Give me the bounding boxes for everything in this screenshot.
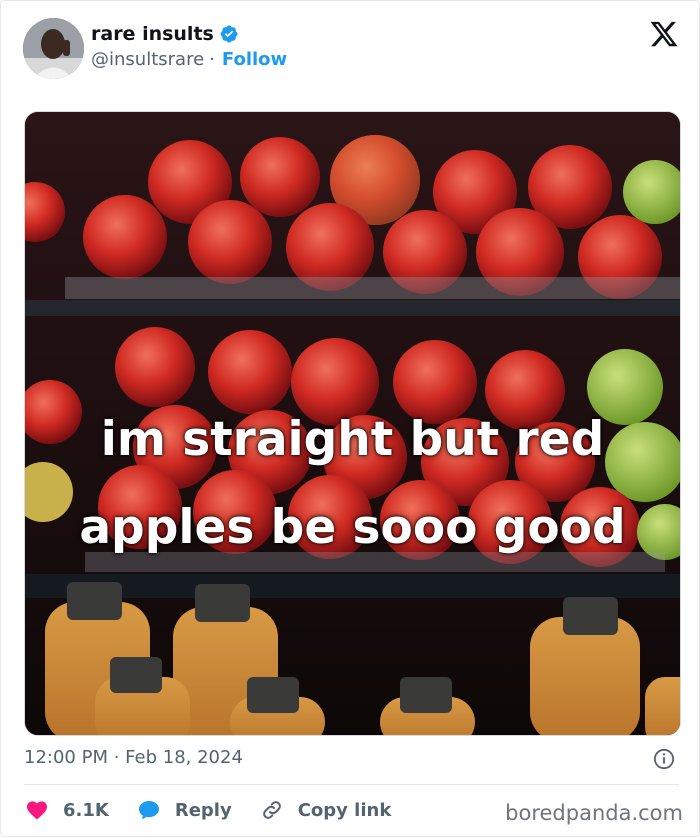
tweet-card: rare insults @insultsrare · Follow im st… <box>0 0 700 837</box>
avatar[interactable] <box>23 18 84 79</box>
tweet-image[interactable]: im straight but red apples be sooo good <box>24 111 681 736</box>
like-count: 6.1K <box>63 799 109 821</box>
reply-bubble-icon <box>138 801 159 820</box>
x-logo-icon[interactable] <box>649 19 679 49</box>
like-button[interactable]: 6.1K <box>25 798 109 822</box>
copy-link-label: Copy link <box>297 799 392 821</box>
author-handle[interactable]: @insultsrare <box>91 49 204 70</box>
reply-button[interactable]: Reply <box>137 798 232 822</box>
link-icon <box>262 801 281 819</box>
site-watermark: boredpanda.com <box>505 801 683 825</box>
handle-row: @insultsrare · Follow <box>91 49 287 70</box>
handle-separator: · <box>209 49 215 70</box>
verified-badge-icon <box>220 25 238 43</box>
heart-icon <box>27 801 47 820</box>
copy-link-button[interactable]: Copy link <box>260 798 392 822</box>
divider <box>24 784 679 785</box>
post-timestamp[interactable]: 12:00 PM · Feb 18, 2024 <box>24 747 243 768</box>
meme-caption-line1: im straight but red <box>100 412 605 467</box>
display-name[interactable]: rare insults <box>91 23 214 45</box>
reply-label: Reply <box>174 799 232 821</box>
action-bar: 6.1K Reply Copy link <box>25 798 419 822</box>
info-icon[interactable] <box>653 748 675 770</box>
follow-button[interactable]: Follow <box>222 49 287 70</box>
meme-caption-line2: apples be sooo good <box>79 500 626 555</box>
author-name-row: rare insults <box>91 23 239 45</box>
